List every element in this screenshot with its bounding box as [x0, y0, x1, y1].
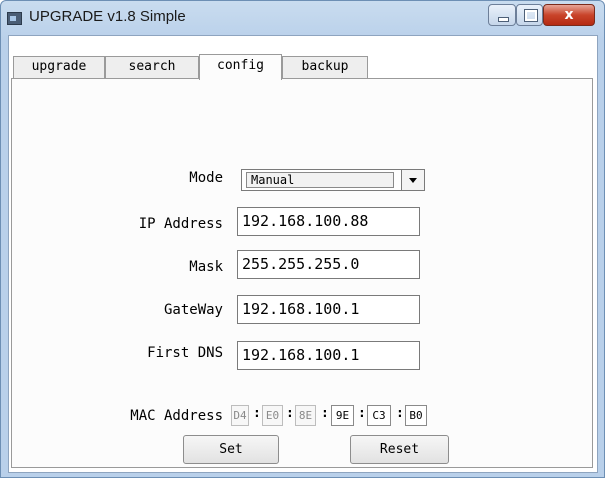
- gateway-field[interactable]: 192.168.100.1: [237, 295, 420, 324]
- close-icon: x: [564, 7, 574, 23]
- maximize-button[interactable]: [516, 4, 543, 26]
- close-button[interactable]: x: [543, 4, 595, 26]
- mac-octet-2[interactable]: E0: [262, 405, 283, 426]
- set-button[interactable]: Set: [183, 435, 279, 464]
- tab-backup[interactable]: backup: [282, 56, 368, 78]
- title-bar[interactable]: UPGRADE v1.8 Simple x: [1, 1, 604, 35]
- mac-separator: :: [396, 406, 404, 421]
- mac-octet-6[interactable]: B0: [405, 405, 427, 426]
- minimize-button[interactable]: [488, 4, 516, 26]
- ip-address-label: IP Address: [138, 216, 223, 232]
- ip-address-field[interactable]: 192.168.100.88: [237, 207, 420, 236]
- gateway-label: GateWay: [163, 302, 223, 318]
- chevron-down-icon[interactable]: [401, 170, 424, 190]
- tab-search[interactable]: search: [105, 56, 199, 78]
- mac-octet-4[interactable]: 9E: [331, 405, 354, 426]
- mode-value: Manual: [246, 172, 394, 188]
- first-dns-field[interactable]: 192.168.100.1: [237, 341, 420, 370]
- tab-bar: upgrade search config backup: [9, 54, 597, 80]
- app-icon: [7, 12, 22, 25]
- mac-octet-3[interactable]: 8E: [295, 405, 316, 426]
- tab-upgrade[interactable]: upgrade: [13, 56, 105, 78]
- mac-octet-5[interactable]: C3: [367, 405, 391, 426]
- mac-octet-1[interactable]: D4: [231, 405, 249, 426]
- tab-config[interactable]: config: [199, 54, 282, 80]
- mode-label: Mode: [189, 170, 223, 186]
- mac-separator: :: [286, 406, 294, 421]
- client-area: upgrade search config backup Mode Manual…: [8, 35, 598, 473]
- reset-button[interactable]: Reset: [350, 435, 449, 464]
- app-window: UPGRADE v1.8 Simple x upgrade search con…: [0, 0, 605, 478]
- mac-separator: :: [321, 406, 329, 421]
- mode-select[interactable]: Manual: [241, 169, 425, 191]
- mac-separator: :: [358, 406, 366, 421]
- mask-field[interactable]: 255.255.255.0: [237, 250, 420, 279]
- first-dns-label: First DNS: [147, 345, 223, 361]
- window-title: UPGRADE v1.8 Simple: [29, 8, 186, 25]
- mask-label: Mask: [189, 259, 223, 275]
- config-panel: Mode Manual IP Address 192.168.100.88 Ma…: [11, 78, 593, 468]
- mac-address-label: MAC Address: [130, 408, 223, 424]
- mac-separator: :: [253, 406, 261, 421]
